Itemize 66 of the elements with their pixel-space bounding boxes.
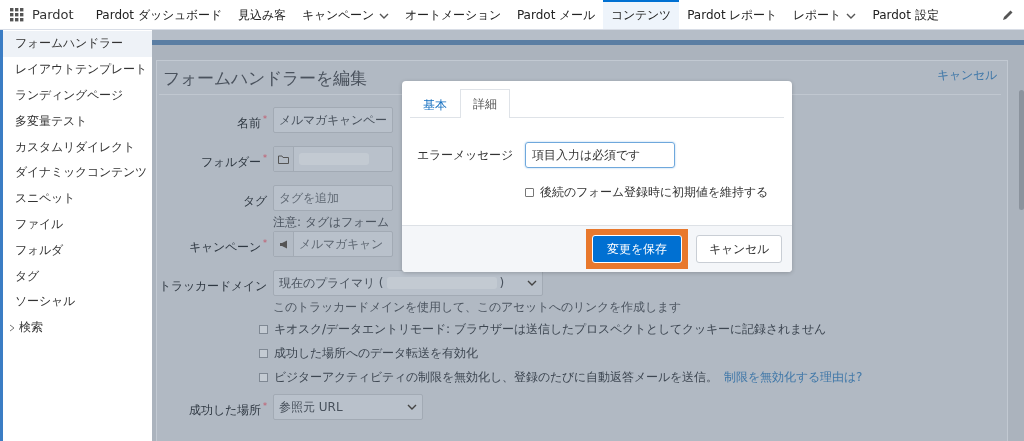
sidebar-item[interactable]: 検索 (19, 319, 43, 337)
sidebar-item[interactable]: ランディングページ (3, 82, 152, 109)
checkbox[interactable] (259, 349, 268, 358)
megaphone-icon (278, 239, 289, 249)
sidebar-item[interactable]: タグ (3, 263, 152, 289)
sidebar-item[interactable]: ソーシャル (3, 288, 152, 315)
sidebar-item[interactable]: ファイル (3, 211, 152, 238)
dialog-tab[interactable]: 詳細 (460, 89, 510, 118)
required-mark: * (263, 154, 267, 165)
help-text: このトラッカードメインを使用して、このアセットへのリンクを作成します (273, 299, 682, 316)
required-mark: * (263, 239, 267, 250)
nav-tab[interactable]: Pardot ダッシュボード (87, 0, 230, 29)
field-label: フォルダー (201, 154, 261, 171)
sidebar-item[interactable]: ダイナミックコンテンツ (3, 160, 152, 186)
pencil-icon[interactable] (1002, 8, 1014, 21)
field-placeholder: メルマガキャン (299, 235, 383, 253)
error-message-field[interactable]: 項目入力は必須です (525, 142, 675, 168)
field-label: トラッカードメイン (159, 278, 267, 295)
checkbox-label: 成功した場所へのデータ転送を有効化 (274, 345, 478, 362)
checkbox[interactable] (259, 325, 268, 334)
nav-tab[interactable]: レポート (785, 0, 865, 29)
checkbox[interactable] (525, 188, 534, 197)
sidebar-item[interactable]: レイアウトテンプレート (3, 56, 152, 83)
field-label: 成功した場所 (189, 402, 261, 419)
nav-tab[interactable]: Pardot レポート (679, 0, 786, 29)
sidebar-item[interactable]: カスタムリダイレクト (3, 134, 152, 160)
field-label: エラーメッセージ (416, 146, 513, 164)
folder-icon (278, 154, 289, 164)
app-name: Pardot (32, 7, 74, 22)
text-field[interactable]: メルマガキャンペー (273, 107, 393, 133)
select-value: 現在のプライマリ ( (279, 274, 384, 292)
chevron-down-icon (527, 279, 537, 287)
field-label: 名前 (237, 115, 261, 132)
checkbox[interactable] (259, 373, 268, 382)
chevron-down-icon (378, 11, 389, 20)
cancel-button[interactable]: キャンセル (696, 235, 782, 263)
required-mark: * (263, 115, 267, 126)
checkbox-label: 後続のフォーム登録時に初期値を維持する (540, 184, 768, 201)
nav-tab[interactable]: 見込み客 (229, 0, 294, 29)
checkbox-label: キオスク/データエントリモード: ブラウザーは送信したプロスペクトとしてクッキーに記録されません (274, 321, 826, 338)
required-mark: * (263, 402, 267, 413)
select-value: 参照元 URL (279, 398, 343, 416)
dialog-tab[interactable]: 基本 (410, 91, 460, 118)
field-label: タグ (243, 193, 267, 210)
folder-field[interactable] (273, 146, 393, 172)
nav-tab[interactable]: Pardot メール (508, 0, 604, 29)
domain-select[interactable]: 現在のプライマリ ( ) (273, 270, 543, 296)
field-label: キャンペーン (189, 239, 261, 256)
save-button[interactable]: 変更を保存 (592, 235, 682, 263)
select-value: ) (499, 276, 505, 290)
checkbox-label: ビジターアクティビティの制限を無効化し、登録のたびに自動返答メールを送信。 (274, 369, 718, 386)
help-text: 注意: タグはフォーム (273, 214, 390, 231)
nav-tab[interactable]: コンテンツ (603, 0, 680, 29)
app-launcher-icon[interactable] (10, 7, 24, 22)
nav-tab[interactable]: キャンペーン (293, 0, 397, 29)
nav-tab[interactable]: オートメーション (396, 0, 509, 29)
chevron-down-icon (846, 11, 857, 20)
location-select[interactable]: 参照元 URL (273, 394, 423, 420)
chevron-down-icon (407, 403, 417, 411)
sidebar-item[interactable]: スニペット (3, 185, 152, 212)
sidebar-item[interactable]: フォルダ (3, 237, 152, 264)
chevron-right-icon (9, 323, 15, 332)
sidebar-item[interactable]: 多変量テスト (3, 108, 152, 135)
nav-tab[interactable]: Pardot 設定 (864, 0, 947, 29)
sidebar-item[interactable]: フォームハンドラー (3, 31, 152, 57)
page-title: フォームハンドラーを編集 (163, 67, 367, 90)
